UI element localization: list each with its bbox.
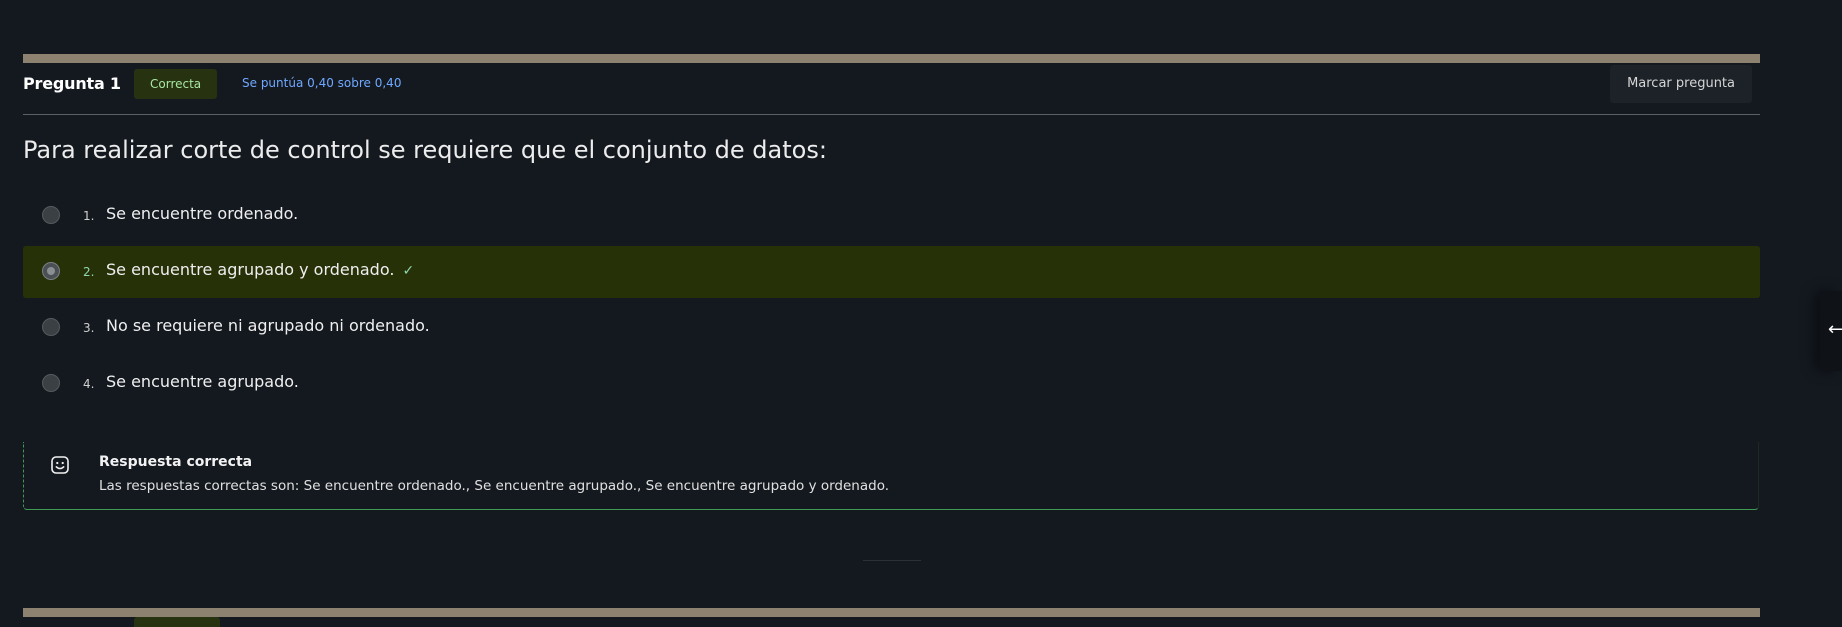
- section-divider: [863, 560, 921, 561]
- answer-number: 3.: [83, 321, 95, 335]
- answer-number: 1.: [83, 209, 95, 223]
- question-score: Se puntúa 0,40 sobre 0,40: [242, 76, 402, 90]
- quiz-review-page: Pregunta 1 Correcta Se puntúa 0,40 sobre…: [0, 0, 1842, 627]
- smile-icon: [51, 456, 69, 474]
- answer-option-1[interactable]: 1. Se encuentre ordenado.: [23, 190, 1760, 242]
- answer-list: 1. Se encuentre ordenado. 2. Se encuentr…: [23, 190, 1760, 414]
- flag-question-button[interactable]: Marcar pregunta: [1610, 65, 1752, 103]
- radio-button[interactable]: [42, 206, 60, 224]
- next-status-badge: [134, 617, 220, 627]
- answer-label-wrapper: Se encuentre agrupado y ordenado. ✓: [106, 260, 414, 279]
- radio-button-selected[interactable]: [42, 262, 60, 280]
- feedback-box: Respuesta correcta Las respuestas correc…: [23, 442, 1759, 510]
- arrow-left-icon: ←: [1828, 319, 1842, 340]
- answer-label: Se encuentre agrupado y ordenado.: [106, 260, 395, 279]
- answer-number: 2.: [83, 265, 95, 279]
- feedback-text: Las respuestas correctas son: Se encuent…: [99, 478, 890, 494]
- check-icon: ✓: [402, 263, 415, 279]
- answer-option-4[interactable]: 4. Se encuentre agrupado.: [23, 358, 1760, 410]
- status-badge: Correcta: [134, 69, 218, 99]
- radio-button[interactable]: [42, 318, 60, 336]
- feedback-title: Respuesta correcta: [99, 454, 253, 470]
- answer-option-3[interactable]: 3. No se requiere ni agrupado ni ordenad…: [23, 302, 1760, 354]
- answer-number: 4.: [83, 377, 95, 391]
- question-title: Pregunta 1: [23, 74, 121, 93]
- question-top-bar: [23, 54, 1760, 63]
- question-text: Para realizar corte de control se requie…: [23, 136, 827, 164]
- answer-option-2[interactable]: 2. Se encuentre agrupado y ordenado. ✓: [23, 246, 1760, 298]
- answer-label: Se encuentre agrupado.: [106, 372, 299, 391]
- question-header: Pregunta 1 Correcta Se puntúa 0,40 sobre…: [23, 64, 1760, 115]
- radio-button[interactable]: [42, 374, 60, 392]
- answer-label: No se requiere ni agrupado ni ordenado.: [106, 316, 430, 335]
- drawer-toggle[interactable]: ←: [1820, 291, 1842, 371]
- next-question-top-bar: [23, 608, 1760, 617]
- answer-label: Se encuentre ordenado.: [106, 204, 299, 223]
